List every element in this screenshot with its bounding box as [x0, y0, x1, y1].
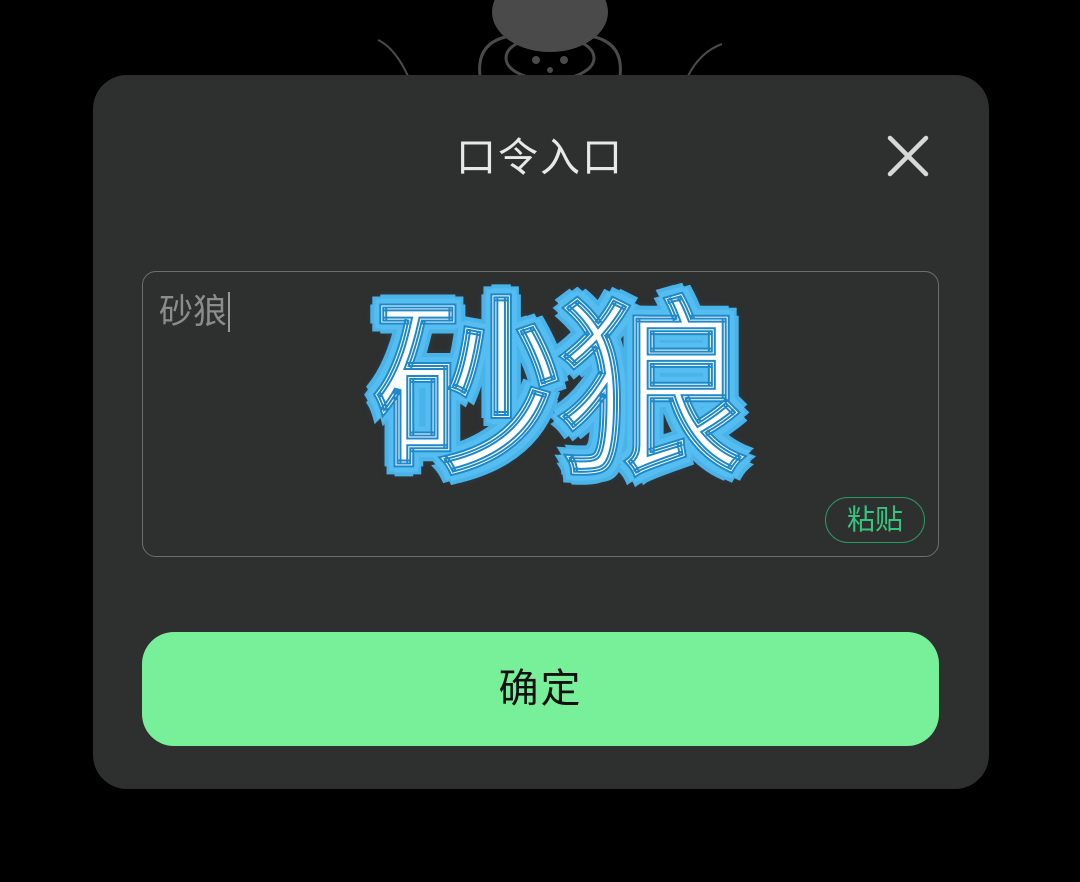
command-input[interactable]: 砂狼 砂狼 粘贴 [142, 271, 939, 557]
paste-button[interactable]: 粘贴 [825, 497, 925, 543]
close-icon[interactable] [884, 132, 932, 180]
input-value-line: 砂狼 [159, 286, 230, 338]
text-caret [228, 291, 230, 332]
overlay-caption: 砂狼 [372, 281, 748, 503]
confirm-button[interactable]: 确定 [142, 632, 939, 746]
mascot-illustration [377, 0, 723, 80]
screen: 口令入口 砂狼 砂狼 粘贴 确定 [0, 0, 1080, 882]
input-value: 砂狼 [159, 292, 227, 332]
